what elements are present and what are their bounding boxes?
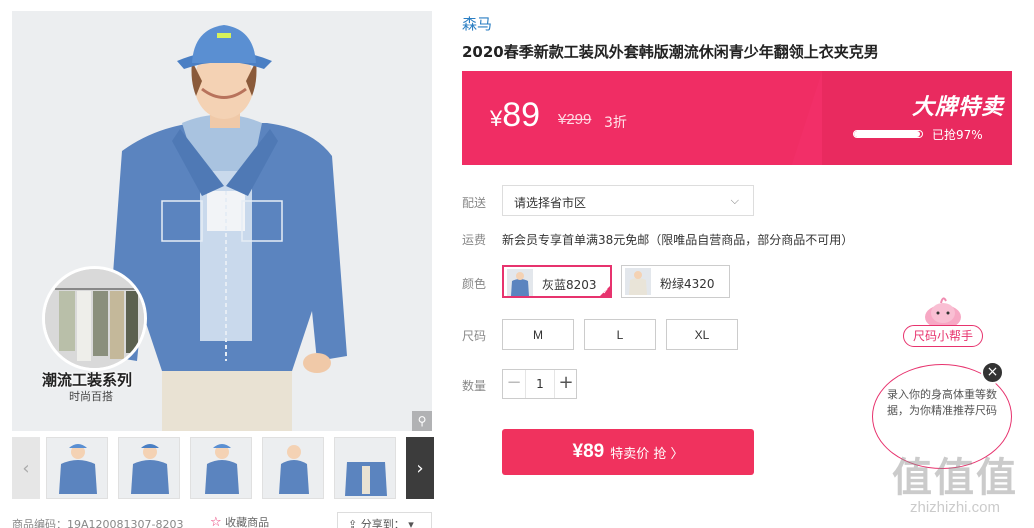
thumbnail-strip: ‹ ›: [12, 437, 434, 502]
color-label: 颜色: [462, 277, 487, 291]
size-label: 尺码: [462, 329, 487, 343]
sold-progress-bar: [853, 130, 923, 138]
star-icon: ☆: [210, 515, 222, 528]
close-icon[interactable]: ×: [981, 361, 1004, 384]
chevron-right-icon: ›: [416, 457, 424, 479]
chevron-down-icon: ⌵: [730, 194, 739, 207]
thumbnail-image: [263, 438, 323, 498]
thumbnail-image: [191, 438, 251, 498]
watermark: 值值值 zhizhizhi.com: [880, 445, 1030, 525]
sold-progress-text: 已抢97%: [932, 128, 983, 142]
swatch-image: [507, 269, 533, 296]
sold-progress-fill: [854, 131, 920, 137]
buy-price: ¥89: [572, 441, 605, 462]
thumbnail-image: [335, 438, 395, 498]
color-option-grey-blue[interactable]: 灰蓝8203 ✓: [502, 265, 612, 298]
product-code: 商品编码：19A120081307-8203: [12, 518, 184, 528]
product-title: 2020春季新款工装风外套韩版潮流休闲青少年翻领上衣夹克男: [462, 43, 879, 61]
delivery-label: 配送: [462, 196, 487, 210]
quantity-stepper: − 1 +: [502, 369, 577, 399]
shipping-label: 运费: [462, 233, 487, 247]
shipping-text: 新会员专享首单满38元免邮（限唯品自营商品，部分商品不可用）: [502, 233, 854, 247]
mascot-icon: [925, 297, 961, 329]
series-badge: [42, 266, 147, 371]
share-label: 分享到：: [360, 518, 405, 528]
size-option-m[interactable]: M: [502, 319, 574, 350]
main-product-image[interactable]: 潮流工装系列 时尚百搭 ⚲: [12, 11, 432, 431]
thumb-prev-button[interactable]: ‹: [12, 437, 40, 499]
search-icon[interactable]: ⚲: [412, 411, 432, 431]
thumb-next-button[interactable]: ›: [406, 437, 434, 499]
chevron-left-icon: ‹: [22, 457, 30, 479]
product-photo: [12, 11, 432, 431]
thumbnail-item[interactable]: [118, 437, 180, 499]
quantity-increase-button[interactable]: +: [554, 370, 577, 398]
region-select[interactable]: 请选择省市区 ⌵: [502, 185, 754, 216]
original-price: ¥299: [558, 111, 592, 128]
color-swatch: [625, 268, 651, 295]
quantity-label: 数量: [462, 379, 487, 393]
thumbnail-item[interactable]: [46, 437, 108, 499]
size-helper-button[interactable]: 尺码小帮手: [903, 325, 983, 347]
thumbnail-image: [47, 438, 107, 498]
thumbnail-image: [119, 438, 179, 498]
current-price: ¥89: [490, 96, 540, 135]
quantity-value[interactable]: 1: [526, 370, 554, 398]
size-option-xl[interactable]: XL: [666, 319, 738, 350]
brand-link[interactable]: 森马: [462, 13, 492, 34]
check-icon: ✓: [602, 287, 609, 296]
region-select-value: 请选择省市区: [514, 196, 587, 210]
buy-button[interactable]: ¥89 特卖价 抢 〉: [502, 429, 754, 475]
thumbnail-item[interactable]: [190, 437, 252, 499]
meta-row: 商品编码：19A120081307-8203 ☆ 收藏商品 ⇪ 分享到： ▾: [12, 512, 442, 528]
promo-title: 大牌特卖: [912, 95, 1005, 120]
quantity-decrease-button[interactable]: −: [503, 370, 526, 398]
watermark-logo: 值值值: [892, 455, 1018, 501]
badge-subtitle: 时尚百搭: [69, 390, 113, 403]
color-option-label: 粉绿4320: [660, 277, 715, 291]
badge-title: 潮流工装系列: [42, 371, 133, 389]
share-icon: ⇪: [348, 518, 358, 528]
price-banner: ¥89 ¥299 3折 大牌特卖 已抢97%: [462, 71, 1012, 165]
color-swatch: [507, 269, 533, 296]
discount-label: 3折: [604, 115, 627, 131]
price-value: 89: [502, 96, 541, 134]
color-option-label: 灰蓝8203: [542, 278, 597, 292]
swatch-image: [625, 268, 651, 295]
favorite-label: 收藏商品: [225, 516, 270, 528]
share-button[interactable]: ⇪ 分享到： ▾: [337, 512, 432, 528]
currency-symbol: ¥: [490, 106, 503, 131]
thumbnail-item[interactable]: [334, 437, 396, 499]
color-option-pink-green[interactable]: 粉绿4320: [621, 265, 730, 298]
buy-label: 特卖价 抢 〉: [610, 446, 684, 462]
favorite-button[interactable]: ☆ 收藏商品: [210, 514, 269, 528]
size-option-l[interactable]: L: [584, 319, 656, 350]
thumbnail-item[interactable]: [262, 437, 324, 499]
